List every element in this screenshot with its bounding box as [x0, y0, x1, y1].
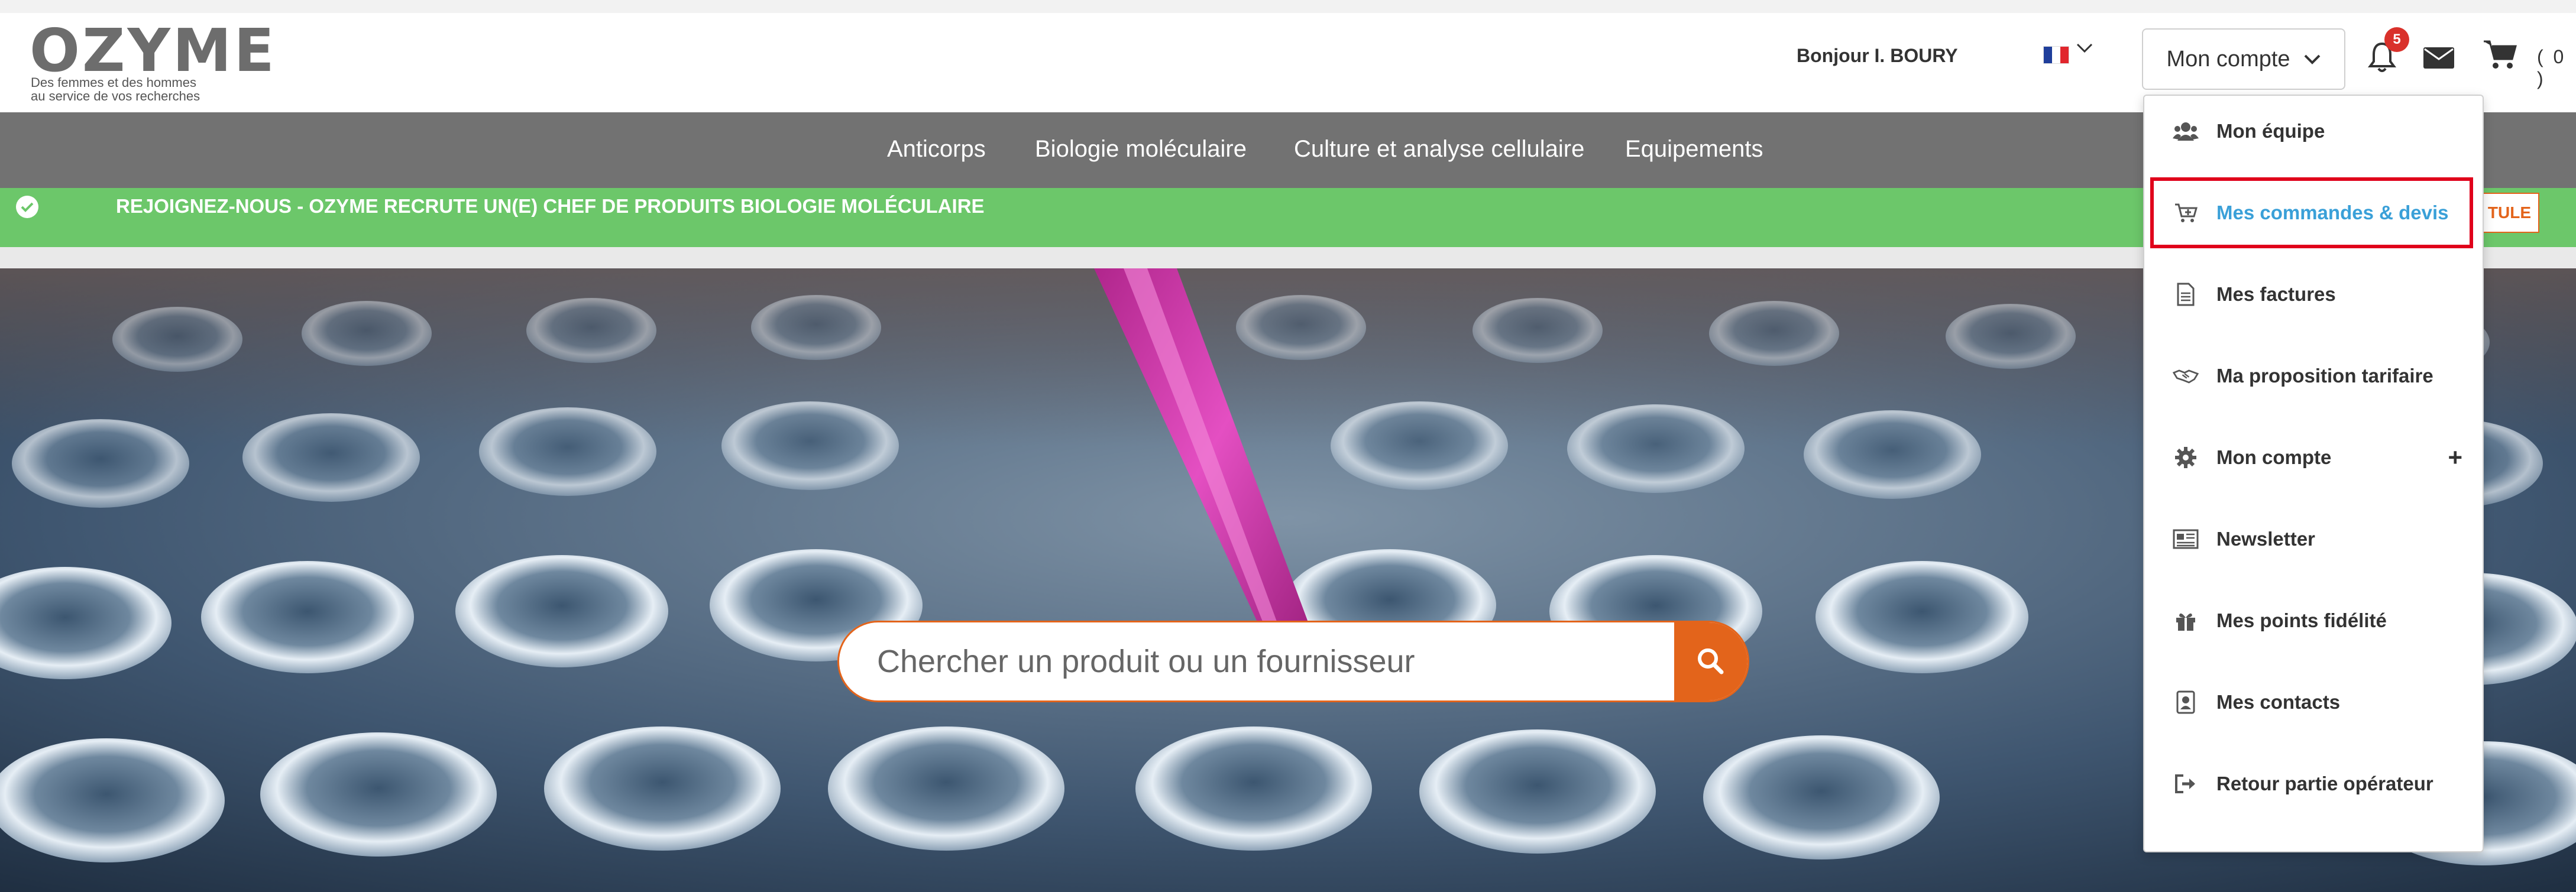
nav-item-biologie-moleculaire[interactable]: Biologie moléculaire: [1035, 136, 1247, 163]
ozyme-logo[interactable]: OZYME Des femmes et des hommes au servic…: [30, 21, 274, 104]
logo-wordmark: OZYME: [30, 16, 277, 85]
nav-item-equipements[interactable]: Equipements: [1625, 136, 1763, 163]
menu-item-label: Mon équipe: [2216, 120, 2325, 142]
nav-item-culture-analyse-cellulaire[interactable]: Culture et analyse cellulaire: [1294, 136, 1584, 163]
handshake-icon: [2173, 363, 2199, 389]
tagline-line-2: au service de vos recherches: [31, 89, 200, 103]
banner-message[interactable]: REJOIGNEZ-NOUS - OZYME RECRUTE UN(E) CHE…: [116, 195, 985, 218]
menu-item-mon-equipe[interactable]: Mon équipe: [2144, 96, 2483, 167]
menu-item-label: Newsletter: [2216, 528, 2315, 550]
language-chevron-down-icon[interactable]: [2076, 37, 2093, 60]
chevron-down-icon: [2304, 54, 2320, 64]
menu-item-mes-commandes-devis[interactable]: Mes commandes & devis: [2144, 177, 2483, 248]
menu-item-mon-compte[interactable]: Mon compte +: [2144, 422, 2483, 493]
top-strip: [0, 0, 2576, 13]
menu-item-label: Mon compte: [2216, 446, 2332, 468]
notification-count-badge: 5: [2384, 27, 2409, 52]
tagline-line-1: Des femmes et des hommes: [31, 75, 196, 90]
cart-item-count: ( 0 ): [2537, 46, 2567, 89]
logo-tagline: Des femmes et des hommes au service de v…: [31, 76, 255, 103]
menu-item-label: Ma proposition tarifaire: [2216, 365, 2433, 387]
search-input[interactable]: [839, 622, 1679, 700]
menu-item-mes-points-fidelite[interactable]: Mes points fidélité: [2144, 585, 2483, 656]
menu-item-ma-proposition-tarifaire[interactable]: Ma proposition tarifaire: [2144, 340, 2483, 411]
account-dropdown-menu: Mon équipe Mes commandes & devis Mes fac…: [2143, 95, 2484, 852]
menu-item-label: Retour partie opérateur: [2216, 773, 2433, 794]
menu-item-label: Mes points fidélité: [2216, 609, 2387, 631]
account-dropdown-button[interactable]: Mon compte: [2142, 28, 2345, 90]
cart-plus-icon: [2173, 200, 2199, 226]
check-circle-icon: [15, 195, 39, 219]
sign-out-icon: [2173, 771, 2199, 797]
menu-item-label: Mes commandes & devis: [2216, 202, 2449, 223]
document-icon: [2173, 281, 2199, 307]
search-icon: [1698, 648, 1724, 674]
gear-icon: [2173, 445, 2199, 471]
users-icon: [2173, 118, 2199, 144]
menu-item-retour-partie-operateur[interactable]: Retour partie opérateur: [2144, 748, 2483, 819]
newspaper-icon: [2173, 526, 2199, 552]
gift-icon: [2173, 608, 2199, 634]
menu-item-label: Mes contacts: [2216, 691, 2341, 713]
product-search-bar: [837, 621, 1749, 702]
menu-item-newsletter[interactable]: Newsletter: [2144, 504, 2483, 575]
search-button[interactable]: [1674, 622, 1747, 700]
expand-plus-icon[interactable]: +: [2448, 443, 2462, 472]
nav-item-anticorps[interactable]: Anticorps: [887, 136, 986, 163]
french-flag-icon[interactable]: [2043, 46, 2069, 64]
envelope-icon[interactable]: [2422, 45, 2455, 70]
shopping-cart-icon[interactable]: [2483, 38, 2518, 71]
menu-item-label: Mes factures: [2216, 283, 2336, 305]
contact-book-icon: [2173, 689, 2199, 715]
user-greeting: Bonjour I. BOURY: [1797, 45, 1958, 66]
menu-item-mes-contacts[interactable]: Mes contacts: [2144, 667, 2483, 738]
menu-item-mes-factures[interactable]: Mes factures: [2144, 259, 2483, 330]
account-button-label: Mon compte: [2166, 46, 2290, 72]
